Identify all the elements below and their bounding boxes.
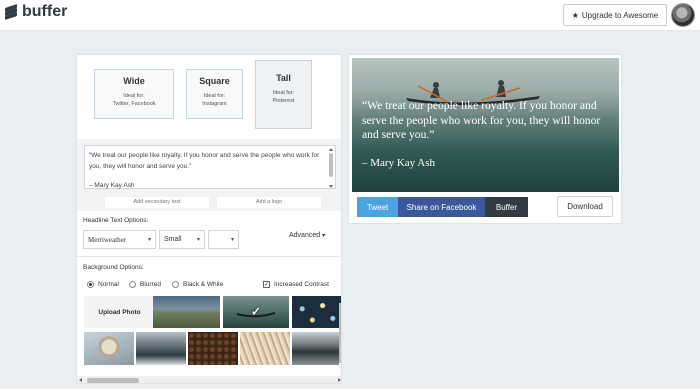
divider <box>77 256 341 257</box>
background-thumbnail[interactable] <box>153 296 220 328</box>
size-option-tall[interactable]: Tall Ideal for: Pinterest <box>255 60 312 129</box>
background-thumbnail[interactable] <box>292 332 341 365</box>
textarea-scrollbar[interactable] <box>329 148 333 188</box>
color-select[interactable]: ▾ <box>208 230 239 249</box>
size-option-wide[interactable]: Wide Ideal for: Twitter, Facebook <box>94 69 174 119</box>
background-thumbnail[interactable] <box>188 332 238 365</box>
quote-text: “We treat our people like royalty. If yo… <box>89 152 320 170</box>
background-thumbnail[interactable] <box>84 332 134 365</box>
top-bar: buffer ★ Upgrade to Awesome <box>0 0 700 31</box>
editor-panel: Wide Ideal for: Twitter, Facebook Square… <box>76 54 342 384</box>
size-ideal-label: Ideal for: <box>203 93 226 99</box>
chevron-down-icon: ▾ <box>147 237 151 243</box>
secondary-text-input[interactable]: Add secondary text <box>105 197 209 208</box>
advanced-toggle[interactable]: Advanced ▾ <box>289 232 325 239</box>
check-icon: ✓ <box>250 304 262 319</box>
upload-label: Upload Photo <box>98 308 141 316</box>
radio-label: Black & White <box>183 281 224 288</box>
preview-image: “We treat our people like royalty. If yo… <box>352 58 619 192</box>
options-area: Headline Text Options: Merriweather ▾ Sm… <box>77 211 341 383</box>
background-thumbnail[interactable] <box>292 296 341 328</box>
check-icon: ✓ <box>263 281 270 288</box>
radio-blurred[interactable]: Blurred <box>129 281 161 288</box>
size-title: Wide <box>123 76 145 86</box>
size-platforms: Instagram <box>202 101 227 107</box>
increased-contrast-checkbox[interactable]: ✓ Increased Contrast <box>263 281 329 288</box>
size-platforms: Pinterest <box>272 98 295 104</box>
size-title: Square <box>199 76 230 86</box>
radio-icon <box>129 281 136 288</box>
size-platforms: Twitter, Facebook <box>112 101 156 107</box>
font-value: Merriweather <box>88 235 127 244</box>
background-options-label: Background Options: <box>83 264 144 271</box>
preview-quote: “We treat our people like royalty. If yo… <box>362 99 601 141</box>
radio-label: Normal <box>98 281 119 288</box>
radio-icon <box>87 281 94 288</box>
size-value: Small <box>164 236 182 243</box>
add-logo-input[interactable]: Add a logo <box>217 197 321 208</box>
avatar[interactable] <box>671 3 695 27</box>
radio-label: Blurred <box>140 281 161 288</box>
download-button[interactable]: Download <box>557 196 613 217</box>
radio-black-white[interactable]: Black & White <box>172 281 223 288</box>
chevron-down-icon: ▾ <box>230 237 234 243</box>
tweet-button[interactable]: Tweet <box>357 197 398 217</box>
horizontal-scrollbar[interactable] <box>77 376 341 383</box>
preview-panel: “We treat our people like royalty. If yo… <box>348 54 622 224</box>
buffer-button[interactable]: Buffer <box>485 197 528 217</box>
preview-author: – Mary Kay Ash <box>362 157 436 169</box>
quote-textarea[interactable]: “We treat our people like royalty. If yo… <box>84 145 336 189</box>
chevron-down-icon: ▾ <box>196 237 200 243</box>
background-thumbnail-selected[interactable]: ✓ <box>221 294 291 330</box>
advanced-label: Advanced <box>289 232 321 239</box>
star-icon: ★ <box>571 10 579 20</box>
upgrade-label: Upgrade to Awesome <box>581 10 659 20</box>
chevron-down-icon: ▾ <box>322 233 326 239</box>
buffer-logo[interactable]: buffer <box>4 3 67 21</box>
share-facebook-button[interactable]: Share on Facebook <box>398 197 485 217</box>
radio-icon <box>172 281 179 288</box>
size-select[interactable]: Small ▾ <box>159 230 205 249</box>
size-option-square[interactable]: Square Ideal for: Instagram <box>186 69 243 119</box>
text-editor-area: “We treat our people like royalty. If yo… <box>77 139 341 211</box>
size-selector: Wide Ideal for: Twitter, Facebook Square… <box>77 55 341 139</box>
size-ideal-label: Ideal for: <box>272 90 295 96</box>
background-thumbnail[interactable] <box>240 332 290 365</box>
background-thumbnail[interactable] <box>136 332 186 365</box>
upgrade-button[interactable]: ★ Upgrade to Awesome <box>563 4 667 26</box>
upload-photo-button[interactable]: Upload Photo <box>84 296 155 328</box>
buffer-logo-icon <box>4 4 18 20</box>
vertical-scrollbar[interactable] <box>339 303 341 369</box>
size-title: Tall <box>276 73 291 83</box>
logo-text: buffer <box>22 3 68 20</box>
headline-options-label: Headline Text Options: <box>83 217 149 224</box>
font-select[interactable]: Merriweather ▾ <box>83 230 156 249</box>
radio-normal[interactable]: Normal <box>87 281 119 288</box>
checkbox-label: Increased Contrast <box>274 281 329 288</box>
size-ideal-label: Ideal for: <box>123 93 145 99</box>
quote-author: – Mary Kay Ash <box>89 182 135 189</box>
